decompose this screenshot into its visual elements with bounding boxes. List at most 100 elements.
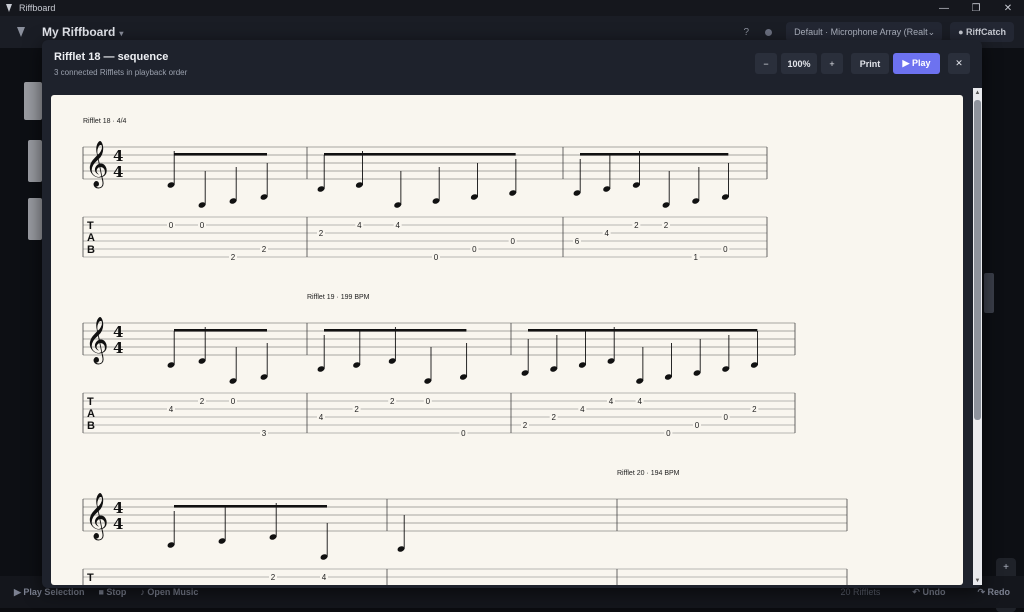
note-beam bbox=[174, 153, 267, 156]
zoom-in-icon[interactable]: + bbox=[1003, 562, 1009, 573]
tab-clef-icon: B bbox=[87, 244, 95, 256]
window-close-button[interactable]: ✕ bbox=[992, 0, 1024, 16]
tab-number: 2 bbox=[551, 413, 556, 422]
tab-number: 0 bbox=[231, 397, 236, 406]
scrollbar-thumb[interactable] bbox=[974, 100, 981, 420]
rifflet-card[interactable] bbox=[28, 198, 42, 240]
modal-header: Rifflet 18 — sequence 3 connected Riffle… bbox=[42, 40, 982, 94]
note-beam bbox=[324, 329, 467, 332]
modal-toolbar: − 100% + Print ▶ Play ✕ bbox=[755, 53, 970, 74]
tab-number: 2 bbox=[523, 421, 528, 430]
tab-number: 0 bbox=[666, 429, 671, 438]
score-sheet[interactable]: Rifflet 18 · 4/4 Rifflet 19 · 199 BPM Ri… bbox=[51, 95, 963, 585]
tab-number: 0 bbox=[461, 429, 466, 438]
board-selector[interactable]: My Riffboard ▾ bbox=[42, 25, 123, 39]
tab-clef-icon: B bbox=[87, 420, 95, 432]
time-signature: 4 bbox=[113, 339, 123, 357]
treble-clef-icon: 𝄞 bbox=[85, 317, 109, 365]
rifflet-count: 20 Rifflets bbox=[840, 587, 881, 597]
scroll-up-icon[interactable]: ▲ bbox=[973, 88, 982, 97]
tab-number: 0 bbox=[695, 421, 700, 430]
zoom-in-button[interactable]: + bbox=[821, 53, 843, 74]
zoom-level: 100% bbox=[781, 53, 817, 74]
tab-number: 2 bbox=[634, 221, 639, 230]
vertical-scrollbar[interactable]: ▲ ▼ bbox=[973, 88, 982, 585]
treble-clef-icon: 𝄞 bbox=[85, 141, 109, 189]
tab-number: 0 bbox=[723, 413, 728, 422]
stop-button[interactable]: ■ Stop bbox=[98, 587, 126, 597]
open-music-button[interactable]: ♪ Open Music bbox=[140, 587, 198, 597]
app-logo-icon bbox=[4, 3, 14, 13]
score-svg: Rifflet 18 · 4/4 Rifflet 19 · 199 BPM Ri… bbox=[82, 118, 848, 585]
tab-number: 2 bbox=[752, 405, 757, 414]
note-beam bbox=[174, 329, 267, 332]
tab-number: 0 bbox=[723, 245, 728, 254]
riffcatch-button[interactable]: ● RiffCatch bbox=[950, 22, 1014, 42]
system-label: Rifflet 19 · 199 BPM bbox=[307, 294, 370, 301]
redo-button[interactable]: ↷ Redo bbox=[977, 587, 1010, 598]
modal-subtitle: 3 connected Rifflets in playback order bbox=[54, 68, 188, 77]
modal-title: Rifflet 18 — sequence bbox=[54, 51, 169, 63]
tab-number: 1 bbox=[693, 253, 698, 262]
system-label: Rifflet 18 · 4/4 bbox=[83, 118, 127, 125]
play-button[interactable]: ▶ Play bbox=[893, 53, 940, 74]
tab-number: 0 bbox=[426, 397, 431, 406]
help-button[interactable]: ? bbox=[744, 27, 750, 38]
tab-number: 2 bbox=[319, 229, 324, 238]
tab-number: 0 bbox=[472, 245, 477, 254]
tab-clef-icon: A bbox=[87, 584, 95, 585]
tab-number: 0 bbox=[510, 237, 515, 246]
tab-number: 2 bbox=[262, 245, 267, 254]
zoom-out-button[interactable]: − bbox=[755, 53, 777, 74]
tab-number: 4 bbox=[169, 405, 174, 414]
chevron-down-icon: ▾ bbox=[119, 29, 124, 38]
minimize-button[interactable]: — bbox=[928, 0, 960, 16]
riffboard-logo-icon bbox=[14, 25, 28, 39]
tab-number: 2 bbox=[200, 397, 205, 406]
window-titlebar: Riffboard — ❐ ✕ bbox=[0, 0, 1024, 16]
rifflet-card[interactable] bbox=[28, 140, 42, 182]
close-modal-button[interactable]: ✕ bbox=[948, 53, 970, 74]
tab-number: 2 bbox=[664, 221, 669, 230]
tab-number: 6 bbox=[575, 237, 580, 246]
tab-clef-icon: T bbox=[87, 572, 94, 584]
tab-number: 0 bbox=[200, 221, 205, 230]
tab-number: 2 bbox=[390, 397, 395, 406]
tab-number: 4 bbox=[319, 413, 324, 422]
tab-clef-icon: A bbox=[87, 408, 95, 420]
tab-number: 4 bbox=[357, 221, 362, 230]
time-signature: 4 bbox=[113, 515, 123, 533]
window-title: Riffboard bbox=[19, 3, 56, 13]
tab-number: 2 bbox=[271, 573, 276, 582]
tab-number: 2 bbox=[231, 253, 236, 262]
tab-number: 0 bbox=[169, 221, 174, 230]
tab-number: 0 bbox=[434, 253, 439, 262]
rifflet-card[interactable] bbox=[984, 273, 994, 313]
input-device-select[interactable]: Default · Microphone Array (Realt ⌄ bbox=[786, 22, 943, 42]
note-beam bbox=[528, 329, 758, 332]
note-beam bbox=[580, 153, 729, 156]
treble-clef-icon: 𝄞 bbox=[85, 493, 109, 541]
tab-clef-icon: A bbox=[87, 232, 95, 244]
tab-number: 4 bbox=[580, 405, 585, 414]
rifflet-card[interactable] bbox=[24, 82, 42, 120]
tab-number: 4 bbox=[604, 229, 609, 238]
note-beam bbox=[324, 153, 516, 156]
undo-button[interactable]: ↶ Undo bbox=[912, 587, 945, 598]
scroll-down-icon[interactable]: ▼ bbox=[973, 576, 982, 585]
play-selection-button[interactable]: ▶ Play Selection bbox=[14, 587, 84, 598]
note-beam bbox=[174, 505, 327, 508]
tab-number: 4 bbox=[395, 221, 400, 230]
maximize-button[interactable]: ❐ bbox=[960, 0, 992, 16]
tab-number: 4 bbox=[322, 573, 327, 582]
tab-number: 3 bbox=[262, 429, 267, 438]
system-label: Rifflet 20 · 194 BPM bbox=[617, 470, 680, 477]
tab-number: 4 bbox=[637, 397, 642, 406]
time-signature: 4 bbox=[113, 163, 123, 181]
tab-clef-icon: T bbox=[87, 220, 94, 232]
sequence-modal: Rifflet 18 — sequence 3 connected Riffle… bbox=[42, 40, 982, 588]
print-button[interactable]: Print bbox=[851, 53, 889, 74]
tab-clef-icon: T bbox=[87, 396, 94, 408]
tab-number: 4 bbox=[609, 397, 614, 406]
status-dot-icon bbox=[765, 28, 773, 36]
